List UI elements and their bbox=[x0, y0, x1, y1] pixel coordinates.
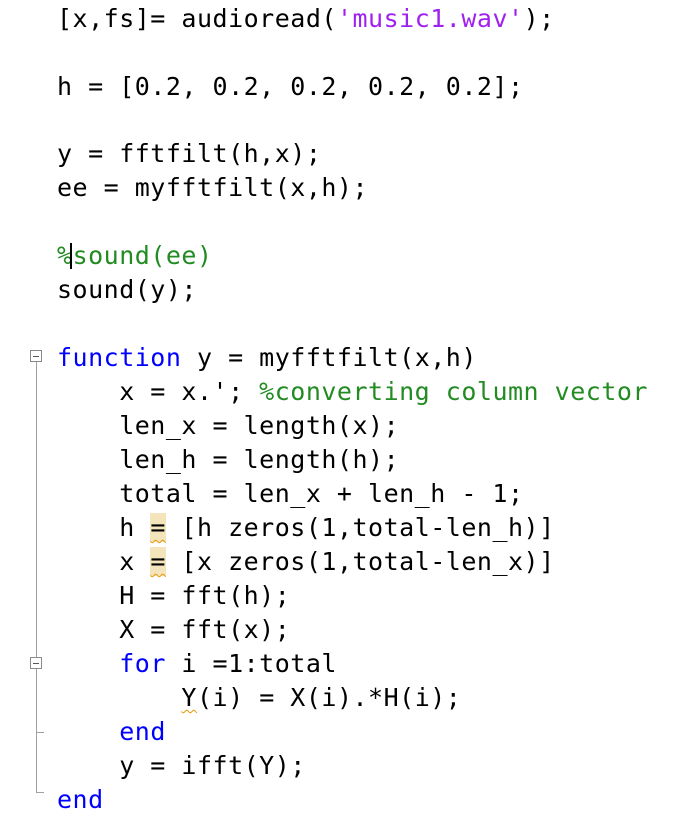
collapse-for-loop-icon[interactable] bbox=[30, 657, 42, 669]
code-text: i =1:total bbox=[165, 649, 337, 678]
code-line-1[interactable]: [x,fs]= audioread('music1.wav'); bbox=[57, 2, 555, 36]
keyword-end: end bbox=[119, 717, 166, 746]
code-text: x bbox=[57, 547, 151, 576]
code-text: [h zeros(1,total-len_h)] bbox=[165, 513, 555, 542]
string-literal: 'music1.wav' bbox=[336, 4, 524, 33]
code-text: (i) = X(i).*H(i); bbox=[196, 683, 462, 712]
code-text: ee = myfftfilt(x,h); bbox=[57, 173, 369, 202]
code-text: ); bbox=[523, 4, 555, 33]
code-line-19[interactable]: X = fft(x); bbox=[57, 613, 290, 647]
code-line-5[interactable]: y = fftfilt(h,x); bbox=[57, 137, 321, 171]
code-line-16[interactable]: h = [h zeros(1,total-len_h)] bbox=[57, 511, 555, 545]
keyword-for: for bbox=[119, 649, 166, 678]
code-text: [x zeros(1,total-len_x)] bbox=[165, 547, 555, 576]
code-text: len_x = length(x); bbox=[57, 411, 400, 440]
code-line-24[interactable]: end bbox=[57, 783, 104, 817]
fold-end-tick bbox=[36, 792, 44, 793]
comment-text: %converting column vector bbox=[259, 377, 648, 406]
code-line-21[interactable]: Y(i) = X(i).*H(i); bbox=[57, 681, 461, 715]
code-text: y = myfftfilt(x,h) bbox=[181, 343, 477, 372]
keyword-end: end bbox=[57, 785, 104, 814]
code-line-15[interactable]: total = len_x + len_h - 1; bbox=[57, 477, 524, 511]
code-text: y = ifft(Y); bbox=[57, 751, 306, 780]
code-line-8[interactable]: % sound(ee) bbox=[57, 239, 213, 273]
code-text: [x,fs]= audioread( bbox=[57, 4, 337, 33]
code-line-12[interactable]: x = x.'; %converting column vector bbox=[57, 375, 648, 409]
code-analyzer-warning[interactable]: = bbox=[150, 513, 166, 542]
code-text: y = fftfilt(h,x); bbox=[57, 139, 322, 168]
code-line-14[interactable]: len_h = length(h); bbox=[57, 443, 399, 477]
code-text: len_h = length(h); bbox=[57, 445, 400, 474]
code-line-11[interactable]: function y = myfftfilt(x,h) bbox=[57, 341, 477, 375]
collapse-function-icon[interactable] bbox=[30, 350, 42, 362]
text-cursor bbox=[70, 243, 72, 269]
code-text: X = fft(x); bbox=[57, 615, 291, 644]
code-line-6[interactable]: ee = myfftfilt(x,h); bbox=[57, 171, 368, 205]
comment-text: sound(ee) bbox=[72, 241, 213, 270]
code-line-23[interactable]: y = ifft(Y); bbox=[57, 749, 306, 783]
code-analyzer-warning[interactable]: Y bbox=[181, 683, 197, 712]
code-editor[interactable]: [x,fs]= audioread('music1.wav'); h = [0.… bbox=[0, 0, 680, 822]
code-text: H = fft(h); bbox=[57, 581, 291, 610]
code-line-3[interactable]: h = [0.2, 0.2, 0.2, 0.2, 0.2]; bbox=[57, 70, 524, 104]
code-line-17[interactable]: x = [x zeros(1,total-len_x)] bbox=[57, 545, 555, 579]
code-line-13[interactable]: len_x = length(x); bbox=[57, 409, 399, 443]
fold-loop-end-tick bbox=[36, 732, 44, 733]
fold-guide-line bbox=[36, 362, 37, 792]
code-text: h bbox=[57, 513, 151, 542]
code-text: x = x.'; bbox=[57, 377, 260, 406]
code-analyzer-warning[interactable]: = bbox=[150, 547, 166, 576]
code-line-18[interactable]: H = fft(h); bbox=[57, 579, 290, 613]
fold-gutter bbox=[0, 0, 50, 822]
code-line-22[interactable]: end bbox=[57, 715, 166, 749]
code-text: h = [0.2, 0.2, 0.2, 0.2, 0.2]; bbox=[57, 72, 524, 101]
code-text: sound(y); bbox=[57, 275, 197, 304]
code-text: total = len_x + len_h - 1; bbox=[57, 479, 524, 508]
keyword-function: function bbox=[57, 343, 182, 372]
code-line-20[interactable]: for i =1:total bbox=[57, 647, 337, 681]
code-line-9[interactable]: sound(y); bbox=[57, 273, 197, 307]
